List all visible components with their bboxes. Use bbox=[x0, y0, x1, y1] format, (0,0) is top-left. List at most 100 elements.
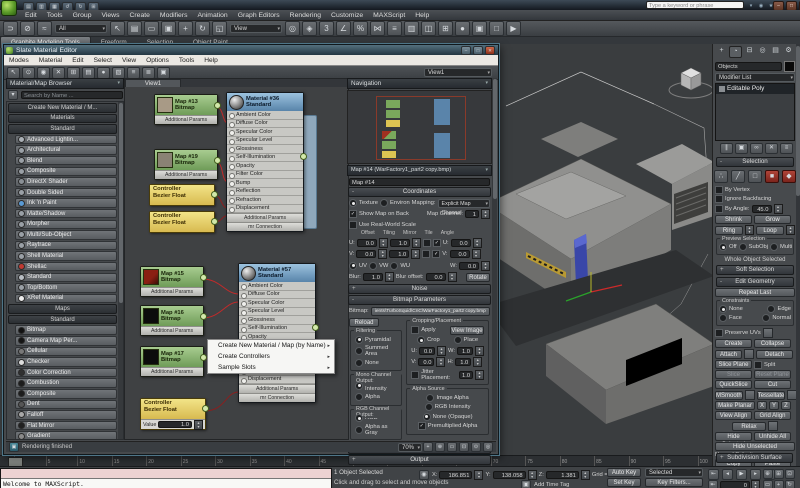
node-controller1[interactable]: ControllerBezier Float bbox=[149, 184, 215, 206]
layout-all-icon[interactable]: ≡ bbox=[127, 67, 140, 79]
render-setup-icon[interactable]: ▣ bbox=[472, 21, 487, 36]
material-slot[interactable]: Specular Color bbox=[239, 299, 315, 308]
unlink-selection-icon[interactable]: ⊘ bbox=[20, 21, 35, 36]
u-tiling-spinner[interactable] bbox=[412, 238, 421, 248]
menu-item[interactable]: Graph Editors bbox=[233, 12, 285, 19]
summed-area-radio[interactable]: Summed Area bbox=[355, 345, 397, 357]
material36-output-socket[interactable] bbox=[300, 153, 307, 160]
object-name-field[interactable]: Objects bbox=[715, 62, 782, 71]
menu-item[interactable]: Rendering bbox=[285, 12, 326, 19]
slate-minimize-button[interactable]: – bbox=[461, 46, 471, 55]
key-filters-button[interactable]: Key Filters... bbox=[645, 478, 703, 487]
browser-row[interactable]: DirectX Shader bbox=[15, 177, 117, 187]
v-tiling-spinner[interactable] bbox=[411, 249, 420, 259]
unhide-all-button[interactable]: Unhide All bbox=[754, 432, 791, 441]
collapse-button[interactable]: Collapse bbox=[754, 339, 791, 348]
constraint-edge-radio[interactable]: Edge bbox=[767, 305, 791, 313]
communication-center-icon[interactable]: ◉ bbox=[757, 2, 765, 10]
slate-menu-item[interactable]: View bbox=[117, 57, 141, 64]
material-slot[interactable]: Displacement bbox=[227, 205, 303, 214]
transform-lock-icon[interactable]: ◉ bbox=[419, 470, 429, 480]
node-material36[interactable]: Material #36Standard Ambient ColorDiffus… bbox=[226, 92, 304, 232]
u-angle-spinner[interactable] bbox=[473, 238, 482, 248]
auto-key-button[interactable]: Auto Key bbox=[607, 468, 641, 477]
u-mirror-checkbox[interactable] bbox=[423, 239, 431, 247]
menu-item[interactable]: Tools bbox=[42, 12, 68, 19]
zoom-region-icon[interactable]: ▭ bbox=[763, 480, 773, 488]
none-opaque-radio[interactable]: None (Opaque) bbox=[423, 413, 473, 421]
set-key-button[interactable]: Set Key bbox=[607, 478, 641, 487]
hide-unused-slots-icon[interactable]: ▤ bbox=[82, 67, 95, 79]
slate-restore-button[interactable]: □ bbox=[473, 46, 483, 55]
slate-select-tool-icon[interactable]: ↖ bbox=[7, 67, 20, 79]
map16-additional-params[interactable]: Additional Params bbox=[141, 326, 203, 335]
listener-row[interactable]: Welcome to MAXScript. bbox=[1, 479, 331, 488]
parameter-scrollbar[interactable] bbox=[492, 78, 497, 440]
material-slot[interactable]: Displacement bbox=[239, 376, 315, 385]
zoom-extents-icon[interactable]: ⊡ bbox=[785, 469, 795, 479]
selection-filter-dropdown[interactable]: All bbox=[55, 24, 107, 33]
create-button[interactable]: Create bbox=[715, 339, 752, 348]
material57-mr-connection[interactable]: mr Connection bbox=[239, 393, 315, 402]
material-slot[interactable]: Glossiness bbox=[239, 316, 315, 325]
u-offset-spinner[interactable] bbox=[379, 238, 388, 248]
crop-u-field[interactable]: 0.0 bbox=[419, 347, 435, 355]
rollout-edit-geometry[interactable]: Edit Geometry bbox=[716, 277, 794, 287]
slate-menu-item[interactable]: Modes bbox=[4, 57, 34, 64]
view-align-button[interactable]: View Align bbox=[715, 411, 752, 420]
menu-item[interactable]: Help bbox=[410, 12, 434, 19]
mono-alpha-radio[interactable]: Alpha bbox=[355, 393, 380, 401]
shrink-button[interactable]: Shrink bbox=[715, 215, 752, 224]
u-tiling-field[interactable]: 1.0 bbox=[390, 239, 410, 247]
layer-manager-icon[interactable]: ▥ bbox=[404, 21, 419, 36]
show-shaded-material-icon[interactable]: ● bbox=[97, 67, 110, 79]
v-offset-field[interactable]: 0.0 bbox=[356, 250, 376, 258]
constraint-none-radio[interactable]: None bbox=[719, 305, 743, 313]
search-filter-icon[interactable]: ▾ bbox=[8, 90, 18, 100]
controller-value-field[interactable]: 1.0 bbox=[158, 421, 192, 428]
browser-row[interactable]: Maps bbox=[8, 304, 117, 314]
planar-y-button[interactable]: Y bbox=[769, 401, 779, 410]
alpha-as-gray-radio[interactable]: Alpha as Gray bbox=[355, 424, 397, 436]
v-tiling-field[interactable]: 1.0 bbox=[389, 250, 409, 258]
assign-material-icon[interactable]: ◉ bbox=[37, 67, 50, 79]
material36-mr-connection[interactable]: mr Connection bbox=[227, 222, 303, 231]
node-material57[interactable]: Material #57Standard Ambient ColorDiffus… bbox=[238, 263, 316, 403]
node-map15[interactable]: Map #15Bitmap Additional Params bbox=[140, 266, 204, 297]
browser-row[interactable]: Falloff bbox=[15, 410, 117, 420]
controller3-output-socket[interactable] bbox=[202, 405, 209, 412]
slate-pan-icon[interactable]: + bbox=[423, 442, 433, 452]
browser-row[interactable]: Ink 'n Paint bbox=[15, 198, 117, 208]
view1-tab[interactable]: View1 bbox=[125, 79, 181, 87]
border-mode-icon[interactable]: □ bbox=[748, 170, 762, 183]
by-angle-checkbox[interactable]: By Angle: bbox=[715, 205, 750, 213]
percent-snap-icon[interactable]: % bbox=[353, 21, 368, 36]
slate-menu-item[interactable]: Edit bbox=[67, 57, 88, 64]
material36-additional-params[interactable]: Additional Params bbox=[227, 213, 303, 222]
remove-modifier-icon[interactable]: ✕ bbox=[765, 143, 778, 154]
infocenter-search-input[interactable]: Type a keyword or phrase bbox=[646, 1, 744, 9]
map15-additional-params[interactable]: Additional Params bbox=[141, 287, 203, 296]
frame-spinner[interactable] bbox=[751, 480, 760, 488]
browser-row[interactable]: Camera Map Per... bbox=[15, 336, 117, 346]
browser-row[interactable]: Raytrace bbox=[15, 241, 117, 251]
attach-list-button[interactable] bbox=[744, 349, 754, 359]
map17-additional-params[interactable]: Additional Params bbox=[141, 367, 203, 376]
slate-titlebar[interactable]: Slate Material Editor –□✕ bbox=[4, 45, 498, 55]
map19-output-socket[interactable] bbox=[214, 157, 221, 164]
browser-row[interactable]: Morpher bbox=[15, 220, 117, 230]
browser-row[interactable]: Gradient bbox=[15, 431, 117, 440]
browser-row[interactable]: Blend bbox=[15, 156, 117, 166]
reference-coordinate-dropdown[interactable]: View bbox=[230, 24, 282, 33]
rollout-subdivision-surface[interactable]: Subdivision Surface bbox=[716, 453, 793, 463]
uv-radio[interactable]: UV bbox=[349, 262, 367, 270]
map13-additional-params[interactable]: Additional Params bbox=[155, 115, 217, 124]
menu-item[interactable]: Customize bbox=[326, 12, 368, 19]
material-slot[interactable]: Reflection bbox=[227, 188, 303, 197]
controller2-output-socket[interactable] bbox=[211, 218, 218, 225]
object-color-swatch[interactable] bbox=[784, 61, 795, 72]
wu-radio[interactable]: WU bbox=[390, 262, 410, 270]
macro-recorder-row[interactable] bbox=[1, 469, 331, 479]
slate-pan-to-selected-icon[interactable]: ◎ bbox=[483, 442, 493, 452]
node-canvas[interactable]: Map #13Bitmap Additional Params Map #19B… bbox=[125, 87, 348, 439]
